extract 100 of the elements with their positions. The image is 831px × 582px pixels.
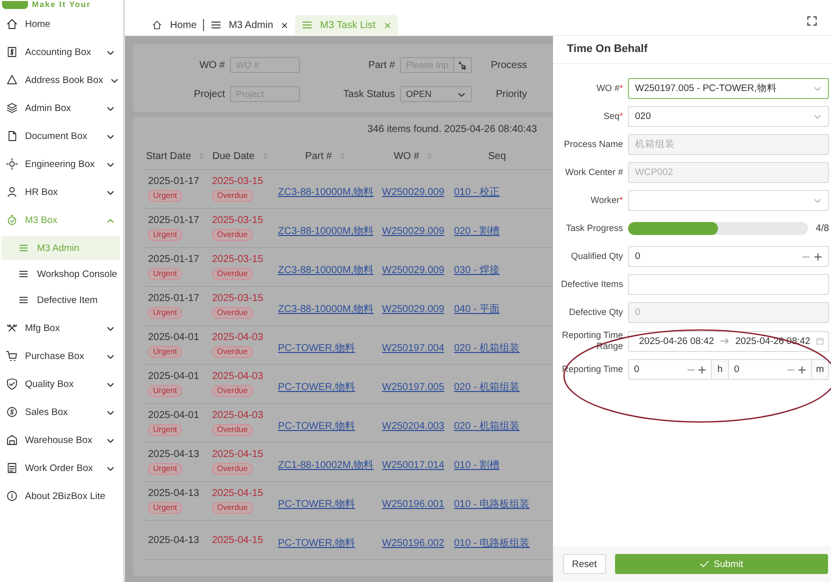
seq-link[interactable]: 010 - 校正 xyxy=(454,185,500,199)
menu-group[interactable]: Work Order Box xyxy=(0,454,123,482)
submenu-item[interactable]: Defective Item xyxy=(1,288,120,312)
menu-group[interactable]: Purchase Box xyxy=(0,342,123,370)
due-date: 2025-03-15 xyxy=(212,215,264,226)
sort-icon[interactable] xyxy=(199,152,204,160)
tab[interactable]: M3 Task List xyxy=(295,15,398,35)
info-icon xyxy=(6,490,18,502)
column-header: Due Date xyxy=(212,150,255,162)
start-date: 2025-01-17 xyxy=(148,293,200,304)
reset-button[interactable]: Reset xyxy=(563,554,606,574)
house-icon xyxy=(6,18,18,30)
wo-link[interactable]: W250204.003 xyxy=(382,420,444,432)
submenu-item[interactable]: Workshop Console xyxy=(1,262,120,286)
part-link[interactable]: PC-TOWER,物料 xyxy=(278,341,356,355)
menu-group[interactable]: Quality Box xyxy=(0,370,123,398)
seq-link[interactable]: 030 - 焊接 xyxy=(454,263,500,277)
menu-group[interactable]: Sales Box xyxy=(0,398,123,426)
select-field[interactable] xyxy=(628,190,829,211)
wo-link[interactable]: W250029.009 xyxy=(382,304,444,314)
due-date: 2025-03-15 xyxy=(212,254,264,265)
status-tag: Overdue xyxy=(212,190,253,202)
tab[interactable]: M3 Admin xyxy=(204,15,296,35)
wo-link[interactable]: W250197.005 xyxy=(382,382,444,392)
wo-link[interactable]: W250196.002 xyxy=(382,538,444,548)
menu-group[interactable]: Admin Box xyxy=(0,94,123,122)
part-link[interactable]: ZC1-88-10002M,物料 xyxy=(278,458,374,472)
seq-link[interactable]: 010 - 电路板组装 xyxy=(454,536,530,550)
submenu-item[interactable]: M3 Admin xyxy=(1,236,120,260)
sort-icon[interactable] xyxy=(262,152,268,160)
column-header: Seq xyxy=(488,150,506,162)
seq-link[interactable]: 020 - 机箱组装 xyxy=(454,380,520,394)
wo-link[interactable]: W250017.014 xyxy=(382,460,444,470)
part-link[interactable]: PC-TOWER,物料 xyxy=(278,419,356,433)
tab[interactable]: Home xyxy=(145,19,204,31)
menu-group[interactable]: M3 Box xyxy=(0,206,123,234)
picker-button[interactable] xyxy=(454,57,472,73)
seq-link[interactable]: 020 - 机箱组装 xyxy=(454,341,520,355)
start-date: 2025-04-13 xyxy=(148,488,200,499)
status-tag: Overdue xyxy=(212,268,253,280)
menu-group[interactable]: Accounting Box xyxy=(0,38,123,66)
warehouse-icon xyxy=(6,434,18,446)
column-header: Start Date xyxy=(146,150,192,162)
field-label: Process Name xyxy=(562,139,623,150)
menu-group[interactable]: Address Book Box xyxy=(0,66,123,94)
part-link[interactable]: PC-TOWER,物料 xyxy=(278,497,356,511)
start-date: 2025-01-17 xyxy=(148,215,200,226)
fullscreen-icon[interactable] xyxy=(807,16,817,26)
menu-group[interactable]: Mfg Box xyxy=(0,314,123,342)
field-label: Defective Items xyxy=(560,279,623,290)
sort-icon[interactable] xyxy=(340,152,345,160)
filter-label: Priority xyxy=(494,88,527,100)
plus-icon[interactable] xyxy=(814,252,822,260)
menu-group[interactable]: Document Box xyxy=(0,122,123,150)
menu-item[interactable]: Home xyxy=(0,10,123,38)
close-icon[interactable] xyxy=(281,22,288,28)
wo-link[interactable]: W250029.009 xyxy=(382,264,444,276)
menu-icon xyxy=(210,20,221,30)
menu-item[interactable]: About 2BizBox Lite xyxy=(0,482,123,510)
field-label: Qualified Qty xyxy=(570,251,623,262)
select-field[interactable]: W250197.005 - PC-TOWER,物料 xyxy=(628,78,829,99)
menu-icon xyxy=(19,270,28,278)
part-link[interactable]: PC-TOWER,物料 xyxy=(278,380,356,394)
progress-reading: 4/8 xyxy=(816,223,829,234)
number-field[interactable]: 0 xyxy=(628,246,829,267)
part-link[interactable]: ZC3-88-10000M,物料 xyxy=(278,224,374,238)
cart-icon xyxy=(6,350,18,362)
wo-link[interactable]: W250196.001 xyxy=(382,498,444,510)
status-tag: Overdue xyxy=(212,463,253,475)
text-field[interactable] xyxy=(628,274,829,295)
part-link[interactable]: PC-TOWER,物料 xyxy=(278,536,356,550)
part-link[interactable]: ZC3-88-10000M,物料 xyxy=(278,302,374,316)
clipboard-icon xyxy=(6,462,18,474)
submit-button[interactable]: Submit xyxy=(614,554,828,574)
status-select[interactable]: OPEN xyxy=(400,86,472,102)
wo-link[interactable]: W250197.004 xyxy=(382,342,444,354)
arrow-icon xyxy=(720,337,730,345)
menu-group[interactable]: HR Box xyxy=(0,178,123,206)
shield-check-icon xyxy=(6,378,18,390)
seq-link[interactable]: 040 - 平面 xyxy=(454,302,500,316)
select-field[interactable]: 020 xyxy=(628,106,829,127)
seq-link[interactable]: 010 - 割槽 xyxy=(454,458,500,472)
wo-link[interactable]: W250029.009 xyxy=(382,226,444,236)
part-link[interactable]: ZC3-88-10000M,物料 xyxy=(278,185,374,199)
seq-link[interactable]: 020 - 机箱组装 xyxy=(454,419,520,433)
disabled-field: WCP002 xyxy=(628,162,829,183)
priority-tag: Urgent xyxy=(148,190,182,202)
field-label: Reporting Time Range xyxy=(560,330,623,352)
status-tag: Overdue xyxy=(212,307,253,319)
priority-tag: Urgent xyxy=(148,229,182,241)
start-date: 2025-04-01 xyxy=(148,410,200,421)
wo-link[interactable]: W250029.009 xyxy=(382,186,444,198)
seq-link[interactable]: 020 - 割槽 xyxy=(454,224,500,238)
seq-link[interactable]: 010 - 电路板组装 xyxy=(454,497,530,511)
column-header: WO # xyxy=(394,150,420,162)
menu-group[interactable]: Warehouse Box xyxy=(0,426,123,454)
part-link[interactable]: ZC3-88-10000M,物料 xyxy=(278,263,374,277)
sort-icon[interactable] xyxy=(427,152,432,160)
menu-group[interactable]: Engineering Box xyxy=(0,150,123,178)
checkmark-icon xyxy=(700,560,709,568)
